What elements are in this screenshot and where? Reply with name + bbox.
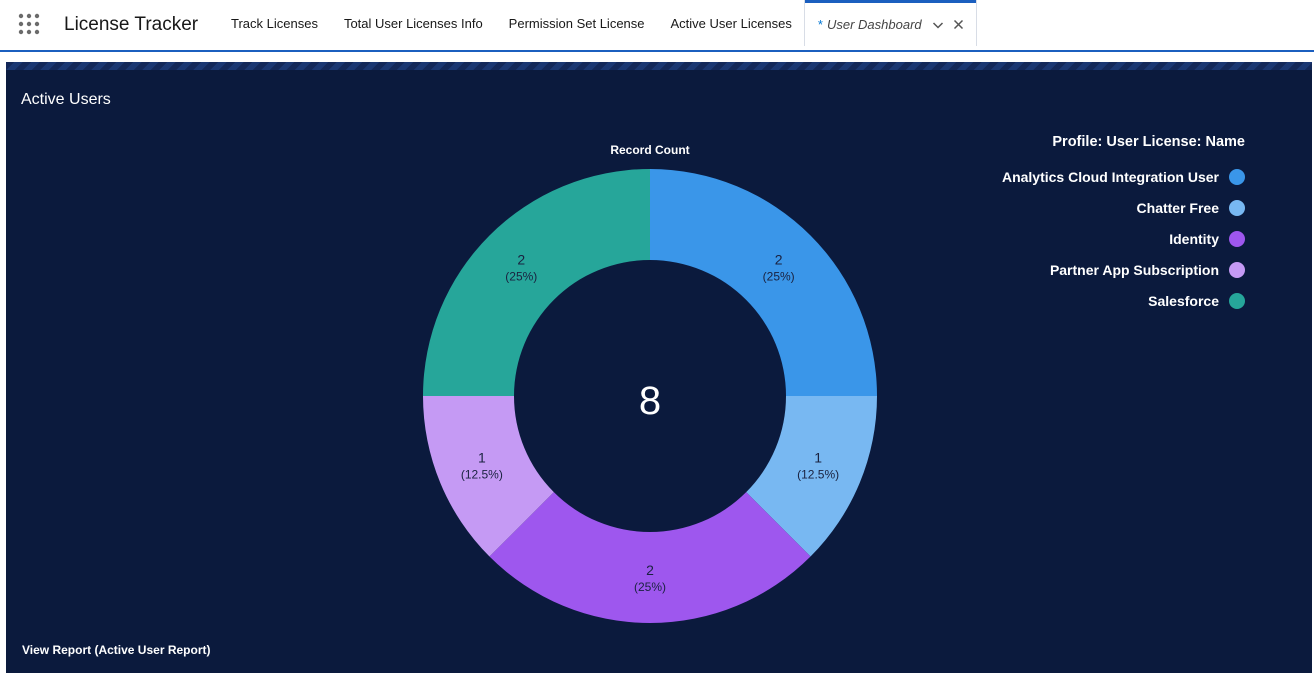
legend-item-salesforce[interactable]: Salesforce	[1002, 285, 1245, 316]
nav-item-user-dashboard[interactable]: * User Dashboard	[804, 0, 976, 46]
legend-label: Chatter Free	[1136, 199, 1219, 216]
nav-item-label: Active User Licenses	[670, 15, 792, 31]
legend-label: Analytics Cloud Integration User	[1001, 168, 1219, 185]
legend-swatch	[1229, 168, 1245, 185]
legend-title: Profile: User License: Name	[1052, 134, 1245, 150]
nav-item-label: Track Licenses	[231, 15, 318, 31]
slice-percent-label: (25%)	[505, 269, 537, 283]
legend-item-chatter-free[interactable]: Chatter Free	[1002, 192, 1245, 223]
nav-item-total-user-licenses-info[interactable]: Total User Licenses Info	[331, 0, 496, 46]
view-report-link[interactable]: View Report (Active User Report)	[22, 643, 211, 657]
slice-value-label: 1	[814, 450, 822, 466]
slice-value-label: 2	[646, 562, 654, 578]
legend-label: Identity	[1169, 230, 1219, 247]
nav-item-permission-set-license[interactable]: Permission Set License	[496, 0, 658, 46]
legend-item-partner-app-subscription[interactable]: Partner App Subscription	[1002, 254, 1245, 285]
slice-value-label: 2	[775, 251, 783, 267]
app-name: License Tracker	[64, 14, 199, 35]
slice-percent-label: (12.5%)	[461, 468, 503, 482]
nav-item-label: Total User Licenses Info	[343, 15, 483, 31]
donut-slice-identity[interactable]	[489, 492, 811, 623]
dashboard-canvas: Active Users Record Count 2 (25%) 1 (12.5%)…	[6, 62, 1312, 673]
chevron-down-icon[interactable]	[932, 19, 944, 31]
legend-swatch	[1229, 230, 1245, 247]
legend-swatch	[1229, 292, 1245, 309]
chart-center-total: 8	[639, 379, 661, 423]
nav-tabs: Track Licenses Total User Licenses Info …	[218, 0, 976, 46]
nav-item-track-licenses[interactable]: Track Licenses	[218, 0, 331, 46]
legend-swatch	[1229, 199, 1245, 216]
legend-item-analytics-cloud-integration-user[interactable]: Analytics Cloud Integration User	[1001, 161, 1245, 192]
legend-label: Partner App Subscription	[1049, 261, 1219, 278]
chart-legend: Profile: User License: Name Analytics Cl…	[1001, 134, 1245, 316]
slice-value-label: 1	[478, 450, 486, 466]
unsaved-marker: *	[817, 17, 823, 32]
nav-item-label: User Dashboard	[826, 17, 922, 32]
slice-percent-label: (25%)	[634, 580, 666, 594]
top-navigation-bar: License Tracker Track Licenses Total Use…	[0, 0, 1314, 52]
slice-percent-label: (12.5%)	[797, 468, 839, 482]
nav-item-label: Permission Set License	[508, 15, 645, 31]
legend-label: Salesforce	[1148, 292, 1219, 309]
slice-value-label: 2	[517, 251, 525, 267]
legend-item-identity[interactable]: Identity	[1002, 223, 1245, 254]
chart-title: Record Count	[610, 143, 689, 157]
legend-swatch	[1229, 261, 1245, 278]
nav-item-active-user-licenses[interactable]: Active User Licenses	[658, 0, 805, 46]
close-icon[interactable]	[953, 19, 964, 30]
slice-percent-label: (25%)	[763, 269, 795, 283]
app-launcher-grid-icon[interactable]	[18, 13, 40, 35]
